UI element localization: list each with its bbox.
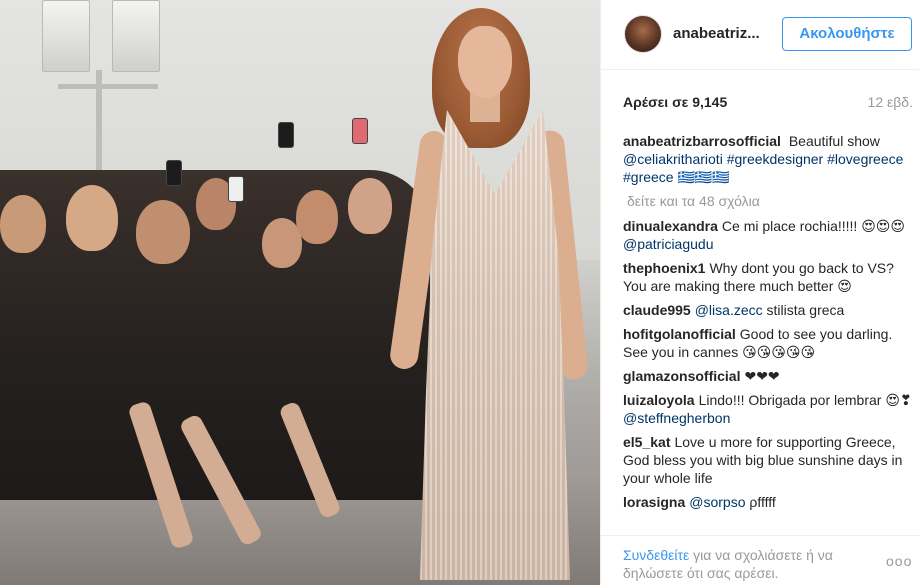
follow-button[interactable]: Ακολουθήστε [782, 17, 912, 51]
comment-item: claude995 @lisa.zecc stilista greca [623, 301, 913, 319]
comment-item: luizaloyola Lindo!!! Obrigada por lembrar… [623, 391, 913, 427]
post-sidebar: anabeatriz... Ακολουθήστε Αρέσει σε 9,14… [600, 0, 919, 585]
caption-text: Beautiful show [784, 133, 880, 149]
comment-author[interactable]: hofitgolanofficial [623, 326, 736, 342]
guest-head [0, 195, 46, 253]
phone-icon [228, 176, 244, 202]
comment-mention[interactable]: @steffnegherbon [623, 410, 730, 426]
speaker-left [42, 0, 90, 72]
load-more-comments[interactable]: δείτε και τα 48 σχόλια [627, 192, 913, 210]
comments-fade [623, 514, 913, 524]
comment-author[interactable]: thephoenix1 [623, 260, 705, 276]
comment-text: ρfffff [745, 494, 776, 510]
guest-head [348, 178, 392, 234]
comment-text: Lindo!!! Obrigada por lembrar 😍❣ [698, 392, 912, 408]
comment-item: lorasigna @sorpso ρfffff [623, 493, 913, 511]
caption-hashtag[interactable]: #greekdesigner [727, 151, 824, 167]
comment-author[interactable]: glamazonsofficial [623, 368, 740, 384]
comment-item: hofitgolanofficial Good to see you darlin… [623, 325, 913, 361]
caption: anabeatrizbarrosofficial Beautiful show … [623, 132, 913, 186]
post-photo[interactable] [0, 0, 600, 585]
guest-head [66, 185, 118, 251]
comment-text: Ce mi place rochia!!!!! 😍😍😍 [721, 218, 905, 234]
comment-mention[interactable]: @patriciagudu [623, 236, 714, 252]
login-link[interactable]: Συνδεθείτε [623, 547, 689, 563]
likes-row: Αρέσει σε 9,145 12 εβδ. [623, 94, 913, 114]
phone-icon [166, 160, 182, 186]
comment-text: stilista greca [762, 302, 845, 318]
post-timestamp[interactable]: 12 εβδ. [868, 94, 913, 110]
speaker-bracket [58, 84, 158, 89]
comment-author[interactable]: claude995 [623, 302, 691, 318]
comment-author[interactable]: luizaloyola [623, 392, 695, 408]
comment-item: thephoenix1 Why dont you go back to VS? Y… [623, 259, 913, 295]
guest-head [296, 190, 338, 244]
comment-author[interactable]: dinualexandra [623, 218, 718, 234]
likes-count[interactable]: Αρέσει σε 9,145 [623, 94, 727, 110]
username[interactable]: anabeatriz... [673, 25, 760, 42]
comment-author[interactable]: lorasigna [623, 494, 685, 510]
post-header: anabeatriz... Ακολουθήστε [601, 0, 919, 70]
comment-mention[interactable]: @lisa.zecc [695, 302, 763, 318]
login-prompt: Συνδεθείτε για να σχολιάσετε ή να δηλώσε… [623, 546, 873, 582]
guest-head [136, 200, 190, 264]
instagram-post: anabeatriz... Ακολουθήστε Αρέσει σε 9,14… [0, 0, 919, 585]
model-face [458, 26, 512, 98]
caption-hashtag[interactable]: #greece [623, 169, 674, 185]
more-options-button[interactable]: ooo [886, 553, 912, 569]
speaker-right [112, 0, 160, 72]
comment-text: ❤❤❤ [744, 368, 780, 384]
comment-mention[interactable]: @sorpso [689, 494, 745, 510]
caption-mention[interactable]: @celiakritharioti [623, 151, 723, 167]
phone-icon [352, 118, 368, 144]
comment-item: dinualexandra Ce mi place rochia!!!!! 😍😍😍… [623, 217, 913, 253]
caption-text: 🇬🇷🇬🇷🇬🇷 [673, 169, 730, 185]
comment-item: glamazonsofficial ❤❤❤ [623, 367, 913, 385]
avatar[interactable] [624, 15, 662, 53]
comments-list: anabeatrizbarrosofficial Beautiful show … [623, 132, 913, 524]
comment-author[interactable]: el5_kat [623, 434, 670, 450]
comment-item: el5_kat Love u more for supporting Greece… [623, 433, 913, 487]
caption-author[interactable]: anabeatrizbarrosofficial [623, 133, 781, 149]
post-footer: Συνδεθείτε για να σχολιάσετε ή να δηλώσε… [601, 535, 919, 585]
phone-icon [278, 122, 294, 148]
caption-hashtag[interactable]: #lovegreece [827, 151, 903, 167]
